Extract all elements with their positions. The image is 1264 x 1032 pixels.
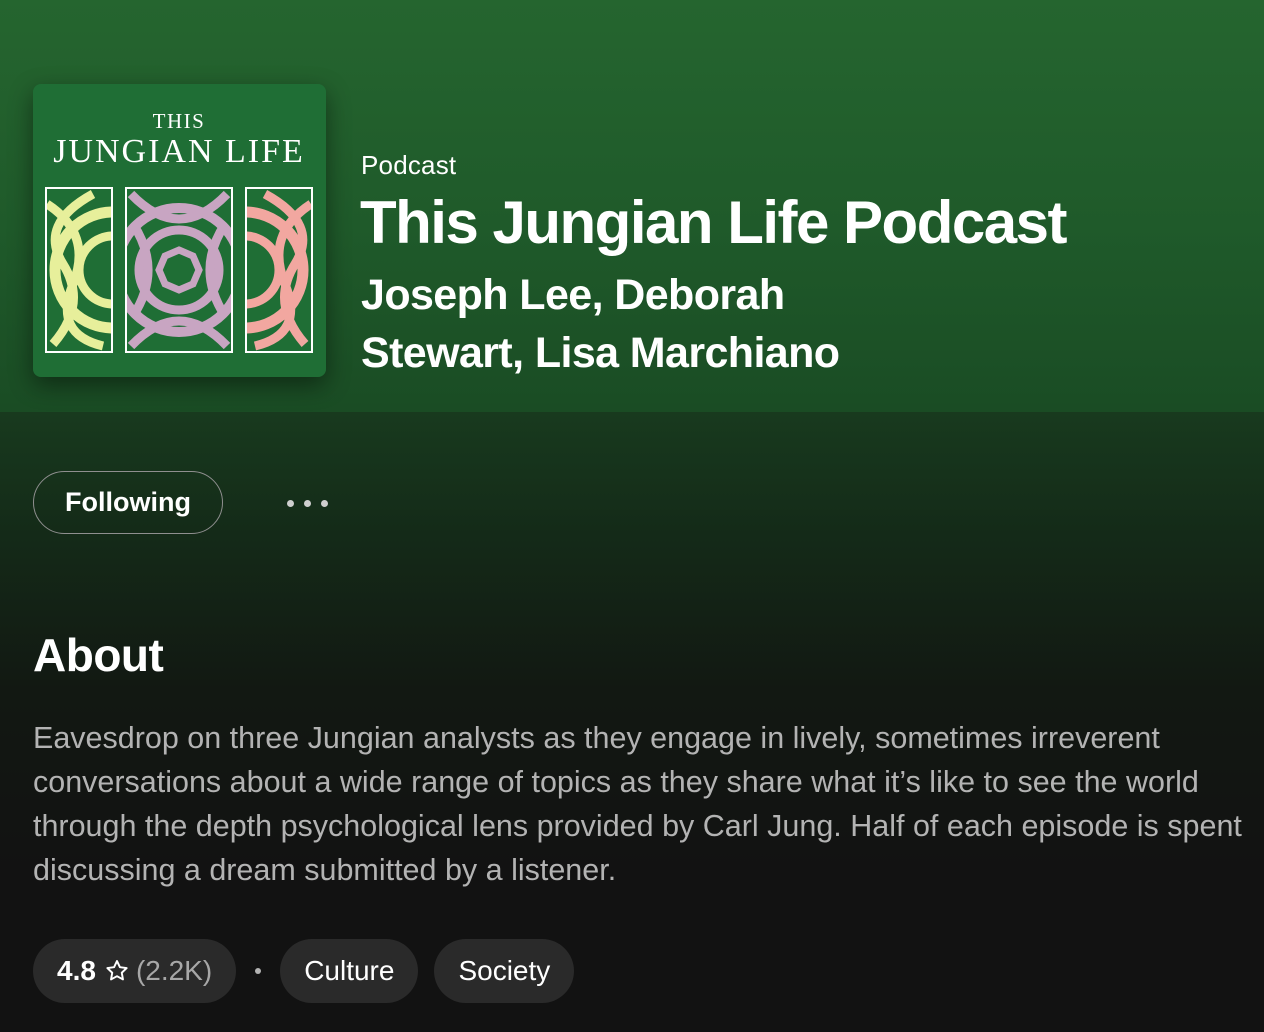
more-dot: [320, 499, 328, 507]
about-description: Eavesdrop on three Jungian analysts as t…: [33, 721, 1242, 887]
star-outline-icon: [104, 958, 130, 984]
more-dot: [286, 499, 294, 507]
rating-value: 4.8: [57, 955, 96, 986]
content-type-label: Podcast: [361, 150, 457, 180]
more-dot: [303, 499, 311, 507]
category-chip-culture[interactable]: Culture: [280, 939, 419, 1003]
cover-text-line2: JUNGIAN LIFE: [53, 133, 305, 170]
following-button[interactable]: Following: [33, 471, 223, 534]
about-heading: About: [33, 629, 164, 681]
rating-count: (2.2K): [135, 955, 213, 986]
podcast-title: This Jungian Life Podcast: [360, 189, 1067, 256]
podcast-cover-art: THIS JUNGIAN LIFE: [33, 84, 326, 377]
rating-chip[interactable]: 4.8 (2.2K): [33, 939, 237, 1003]
more-options-icon[interactable]: [270, 478, 344, 528]
category-chip-society[interactable]: Society: [434, 939, 575, 1003]
cover-text-line1: THIS: [153, 109, 206, 133]
podcast-authors[interactable]: Joseph Lee, Deborah Stewart, Lisa Marchi…: [361, 266, 921, 382]
separator-dot: [255, 968, 262, 974]
metadata-chips: 4.8 (2.2K) Culture Society: [33, 939, 575, 1003]
